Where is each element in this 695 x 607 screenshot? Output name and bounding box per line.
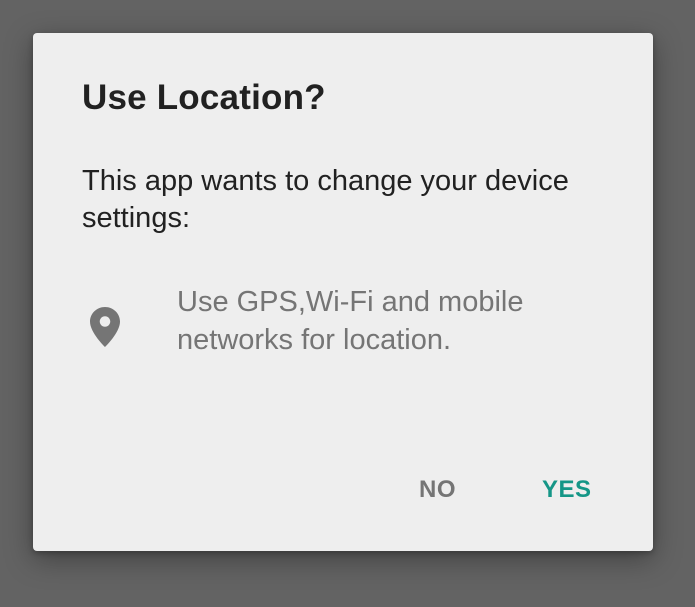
yes-button[interactable]: YES	[528, 466, 606, 514]
permission-text: Use GPS,Wi-Fi and mobile networks for lo…	[177, 286, 524, 356]
dialog-title: Use Location?	[82, 78, 326, 117]
location-pin-icon	[90, 307, 120, 347]
no-button[interactable]: NO	[405, 466, 470, 514]
permission-row: Use GPS,Wi-Fi and mobile networks for lo…	[82, 283, 622, 363]
location-permission-dialog: Use Location? This app wants to change y…	[33, 33, 653, 551]
dialog-message: This app wants to change your device set…	[82, 165, 569, 234]
